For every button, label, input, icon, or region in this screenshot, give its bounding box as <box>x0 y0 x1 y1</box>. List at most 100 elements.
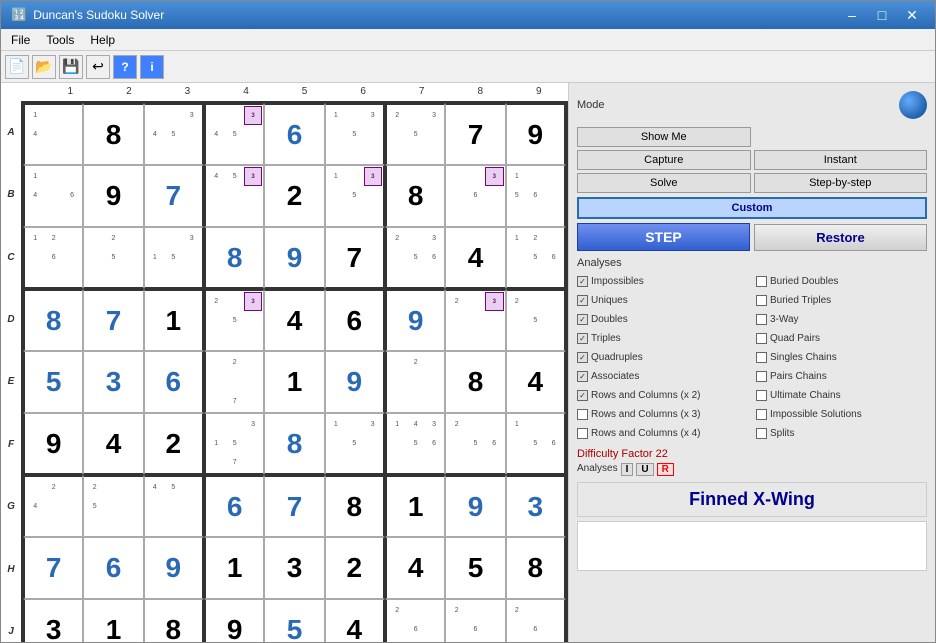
cell-e6[interactable]: 9 <box>325 351 385 413</box>
cell-a8[interactable]: 7 <box>445 103 505 165</box>
cell-j7[interactable]: 2 6 7 <box>385 599 445 642</box>
help-button[interactable]: ? <box>113 55 137 79</box>
cell-h4[interactable]: 1 <box>204 537 264 599</box>
cell-f8[interactable]: 2 56 <box>445 413 505 475</box>
cell-b8[interactable]: 3 6 <box>445 165 505 227</box>
cell-a1[interactable]: 1 4 <box>23 103 83 165</box>
cell-b6[interactable]: 13 5 <box>325 165 385 227</box>
cell-c6[interactable]: 7 <box>325 227 385 289</box>
capture-button[interactable]: Capture <box>577 150 751 170</box>
cell-h9[interactable]: 8 <box>506 537 566 599</box>
cb-pairs-chains[interactable] <box>756 371 767 382</box>
new-button[interactable]: 📄 <box>5 55 29 79</box>
cell-b5[interactable]: 2 <box>264 165 324 227</box>
cb-quadruples[interactable] <box>577 352 588 363</box>
cell-d2[interactable]: 7 <box>83 289 143 351</box>
cell-e8[interactable]: 8 <box>445 351 505 413</box>
close-button[interactable]: ✕ <box>899 5 925 25</box>
cell-g9[interactable]: 3 <box>506 475 566 537</box>
solve-button[interactable]: Solve <box>577 173 751 193</box>
cell-a2[interactable]: 8 <box>83 103 143 165</box>
cell-f9[interactable]: 1 56 <box>506 413 566 475</box>
cell-g3[interactable]: 45 <box>144 475 204 537</box>
cell-a9[interactable]: 9 <box>506 103 566 165</box>
cell-e2[interactable]: 3 <box>83 351 143 413</box>
step-button[interactable]: STEP <box>577 223 750 251</box>
cell-e3[interactable]: 6 <box>144 351 204 413</box>
cell-b7[interactable]: 8 <box>385 165 445 227</box>
cell-j5[interactable]: 5 <box>264 599 324 642</box>
save-button[interactable]: 💾 <box>59 55 83 79</box>
cell-h3[interactable]: 9 <box>144 537 204 599</box>
cell-e7[interactable]: 2 <box>385 351 445 413</box>
cell-c5[interactable]: 9 <box>264 227 324 289</box>
show-me-button[interactable]: Show Me <box>577 127 751 147</box>
cell-j4[interactable]: 9 <box>204 599 264 642</box>
cell-f2[interactable]: 4 <box>83 413 143 475</box>
maximize-button[interactable]: □ <box>869 5 895 25</box>
cell-b1[interactable]: 1 46 <box>23 165 83 227</box>
cb-triples[interactable] <box>577 333 588 344</box>
cell-f7[interactable]: 143 56 <box>385 413 445 475</box>
cb-singles-chains[interactable] <box>756 352 767 363</box>
cell-d9[interactable]: 2 5 <box>506 289 566 351</box>
cell-c9[interactable]: 12 56 <box>506 227 566 289</box>
cb-buried-triples[interactable] <box>756 295 767 306</box>
custom-button[interactable]: Custom <box>577 197 927 219</box>
cb-buried-doubles[interactable] <box>756 276 767 287</box>
cell-e9[interactable]: 4 <box>506 351 566 413</box>
cell-j3[interactable]: 8 <box>144 599 204 642</box>
cell-g6[interactable]: 8 <box>325 475 385 537</box>
cb-rows-cols-2[interactable] <box>577 390 588 401</box>
cell-g7[interactable]: 1 <box>385 475 445 537</box>
cell-e1[interactable]: 5 <box>23 351 83 413</box>
cell-c4[interactable]: 8 <box>204 227 264 289</box>
cell-c1[interactable]: 12 6 <box>23 227 83 289</box>
cb-associates[interactable] <box>577 371 588 382</box>
cell-j6[interactable]: 4 <box>325 599 385 642</box>
cell-h7[interactable]: 4 <box>385 537 445 599</box>
cell-g2[interactable]: 2 5 <box>83 475 143 537</box>
open-button[interactable]: 📂 <box>32 55 56 79</box>
cell-d3[interactable]: 1 <box>144 289 204 351</box>
cb-splits[interactable] <box>756 428 767 439</box>
cell-h1[interactable]: 7 <box>23 537 83 599</box>
cb-rows-cols-3[interactable] <box>577 409 588 420</box>
cell-b3[interactable]: 7 <box>144 165 204 227</box>
cell-g5[interactable]: 7 <box>264 475 324 537</box>
cell-a6[interactable]: 13 5 <box>325 103 385 165</box>
cell-f4[interactable]: 3 15 7 <box>204 413 264 475</box>
cb-doubles[interactable] <box>577 314 588 325</box>
cell-a5[interactable]: 6 <box>264 103 324 165</box>
cell-d1[interactable]: 8 <box>23 289 83 351</box>
cell-c7[interactable]: 23 56 <box>385 227 445 289</box>
cell-c2[interactable]: 2 5 <box>83 227 143 289</box>
cell-a3[interactable]: 3 45 <box>144 103 204 165</box>
menu-tools[interactable]: Tools <box>40 32 80 48</box>
cell-d4[interactable]: 23 5 <box>204 289 264 351</box>
menu-help[interactable]: Help <box>84 32 121 48</box>
cb-uniques[interactable] <box>577 295 588 306</box>
cell-j1[interactable]: 3 <box>23 599 83 642</box>
menu-file[interactable]: File <box>5 32 36 48</box>
restore-button[interactable]: Restore <box>754 224 927 251</box>
cell-j2[interactable]: 1 <box>83 599 143 642</box>
cell-j9[interactable]: 2 6 7 <box>506 599 566 642</box>
cell-a4[interactable]: 3 45 <box>204 103 264 165</box>
cell-g1[interactable]: 2 4 <box>23 475 83 537</box>
cell-f3[interactable]: 2 <box>144 413 204 475</box>
cell-b4[interactable]: 453 <box>204 165 264 227</box>
cell-e4[interactable]: 2 7 <box>204 351 264 413</box>
cell-c3[interactable]: 3 15 <box>144 227 204 289</box>
cb-quad-pairs[interactable] <box>756 333 767 344</box>
cell-h2[interactable]: 6 <box>83 537 143 599</box>
cell-h5[interactable]: 3 <box>264 537 324 599</box>
cb-impossibles[interactable] <box>577 276 588 287</box>
cell-c8[interactable]: 4 <box>445 227 505 289</box>
instant-button[interactable]: Instant <box>754 150 928 170</box>
cell-d5[interactable]: 4 <box>264 289 324 351</box>
cell-e5[interactable]: 1 <box>264 351 324 413</box>
cell-f1[interactable]: 9 <box>23 413 83 475</box>
cb-rows-cols-4[interactable] <box>577 428 588 439</box>
cell-f6[interactable]: 13 5 <box>325 413 385 475</box>
